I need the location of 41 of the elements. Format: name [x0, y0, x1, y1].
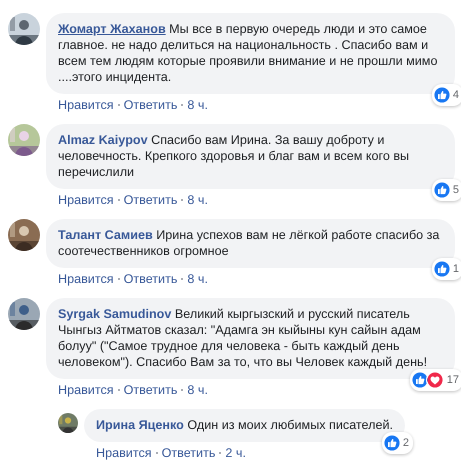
timestamp[interactable]: 2 ч. [225, 446, 246, 460]
like-link[interactable]: Нравится [58, 383, 114, 397]
reply-link[interactable]: Ответить [124, 272, 178, 286]
timestamp[interactable]: 8 ч. [187, 193, 208, 207]
thumbs-up-icon [412, 372, 428, 388]
heart-icon [426, 371, 444, 389]
comment-text: Жомарт Жаханов Мы все в первую очередь люди и это самое главное. не надо делиться на национальность . Спасибо вам и всем тем людям которые проявили внимание и не прошли мимо ....этого инцидента. [58, 21, 438, 85]
author-link[interactable]: Almaz Kaiypov [58, 133, 148, 147]
thumbs-up-icon [384, 435, 400, 451]
like-link[interactable]: Нравится [58, 272, 114, 286]
like-link[interactable]: Нравится [58, 193, 114, 207]
like-link[interactable]: Нравится [96, 446, 152, 460]
reaction-count[interactable]: 4 [432, 84, 461, 106]
comment-text: Almaz Kaiypov Спасибо вам Ирина. За вашу доброту и человечность. Крепкого здоровья и благ вам и всем кого вы перечислили [58, 132, 410, 180]
author-link[interactable]: Жомарт Жаханов [58, 22, 166, 36]
thumbs-up-icon [434, 87, 450, 103]
reply-link[interactable]: Ответить [124, 193, 178, 207]
thumbs-up-icon [434, 261, 450, 277]
reaction-number: 5 [452, 184, 459, 196]
timestamp[interactable]: 8 ч. [187, 98, 208, 112]
comment-text: Талант Самиев Ирина успехов вам не лёгкой работе спасибо за соотечественников огромное [58, 227, 440, 259]
thumbs-up-icon [434, 182, 450, 198]
comment-text: Syrgak Samudinov Великий кыргызский и русский писатель Чынгыз Айтматов сказал: "Адамга эн кыйыны кун сайын адам болуу" ("Самое трудное для человека - быть каждый день человеком"). Спасибо Вам за то, что вы Человек каждый день! [58, 306, 428, 370]
timestamp[interactable]: 8 ч. [187, 272, 208, 286]
reply-link[interactable]: Ответить [124, 383, 178, 397]
reaction-number: 1 [452, 263, 459, 275]
like-link[interactable]: Нравится [58, 98, 114, 112]
reaction-number: 2 [402, 437, 410, 449]
reaction-count[interactable]: 1 [432, 258, 461, 280]
reaction-number: 17 [446, 374, 459, 386]
reply-link[interactable]: Ответить [124, 98, 178, 112]
author-link[interactable]: Талант Самиев [58, 228, 153, 242]
reaction-count[interactable]: 17 [410, 369, 461, 391]
reply-link[interactable]: Ответить [162, 446, 216, 460]
reaction-count[interactable]: 2 [382, 432, 414, 454]
comment-text: Ирина Яценко Один из моих любимых писателей. [96, 417, 394, 433]
timestamp[interactable]: 8 ч. [187, 383, 208, 397]
reaction-number: 4 [452, 89, 459, 101]
reaction-count[interactable]: 5 [432, 179, 461, 201]
author-link[interactable]: Syrgak Samudinov [58, 307, 172, 321]
author-link[interactable]: Ирина Яценко [96, 418, 184, 432]
